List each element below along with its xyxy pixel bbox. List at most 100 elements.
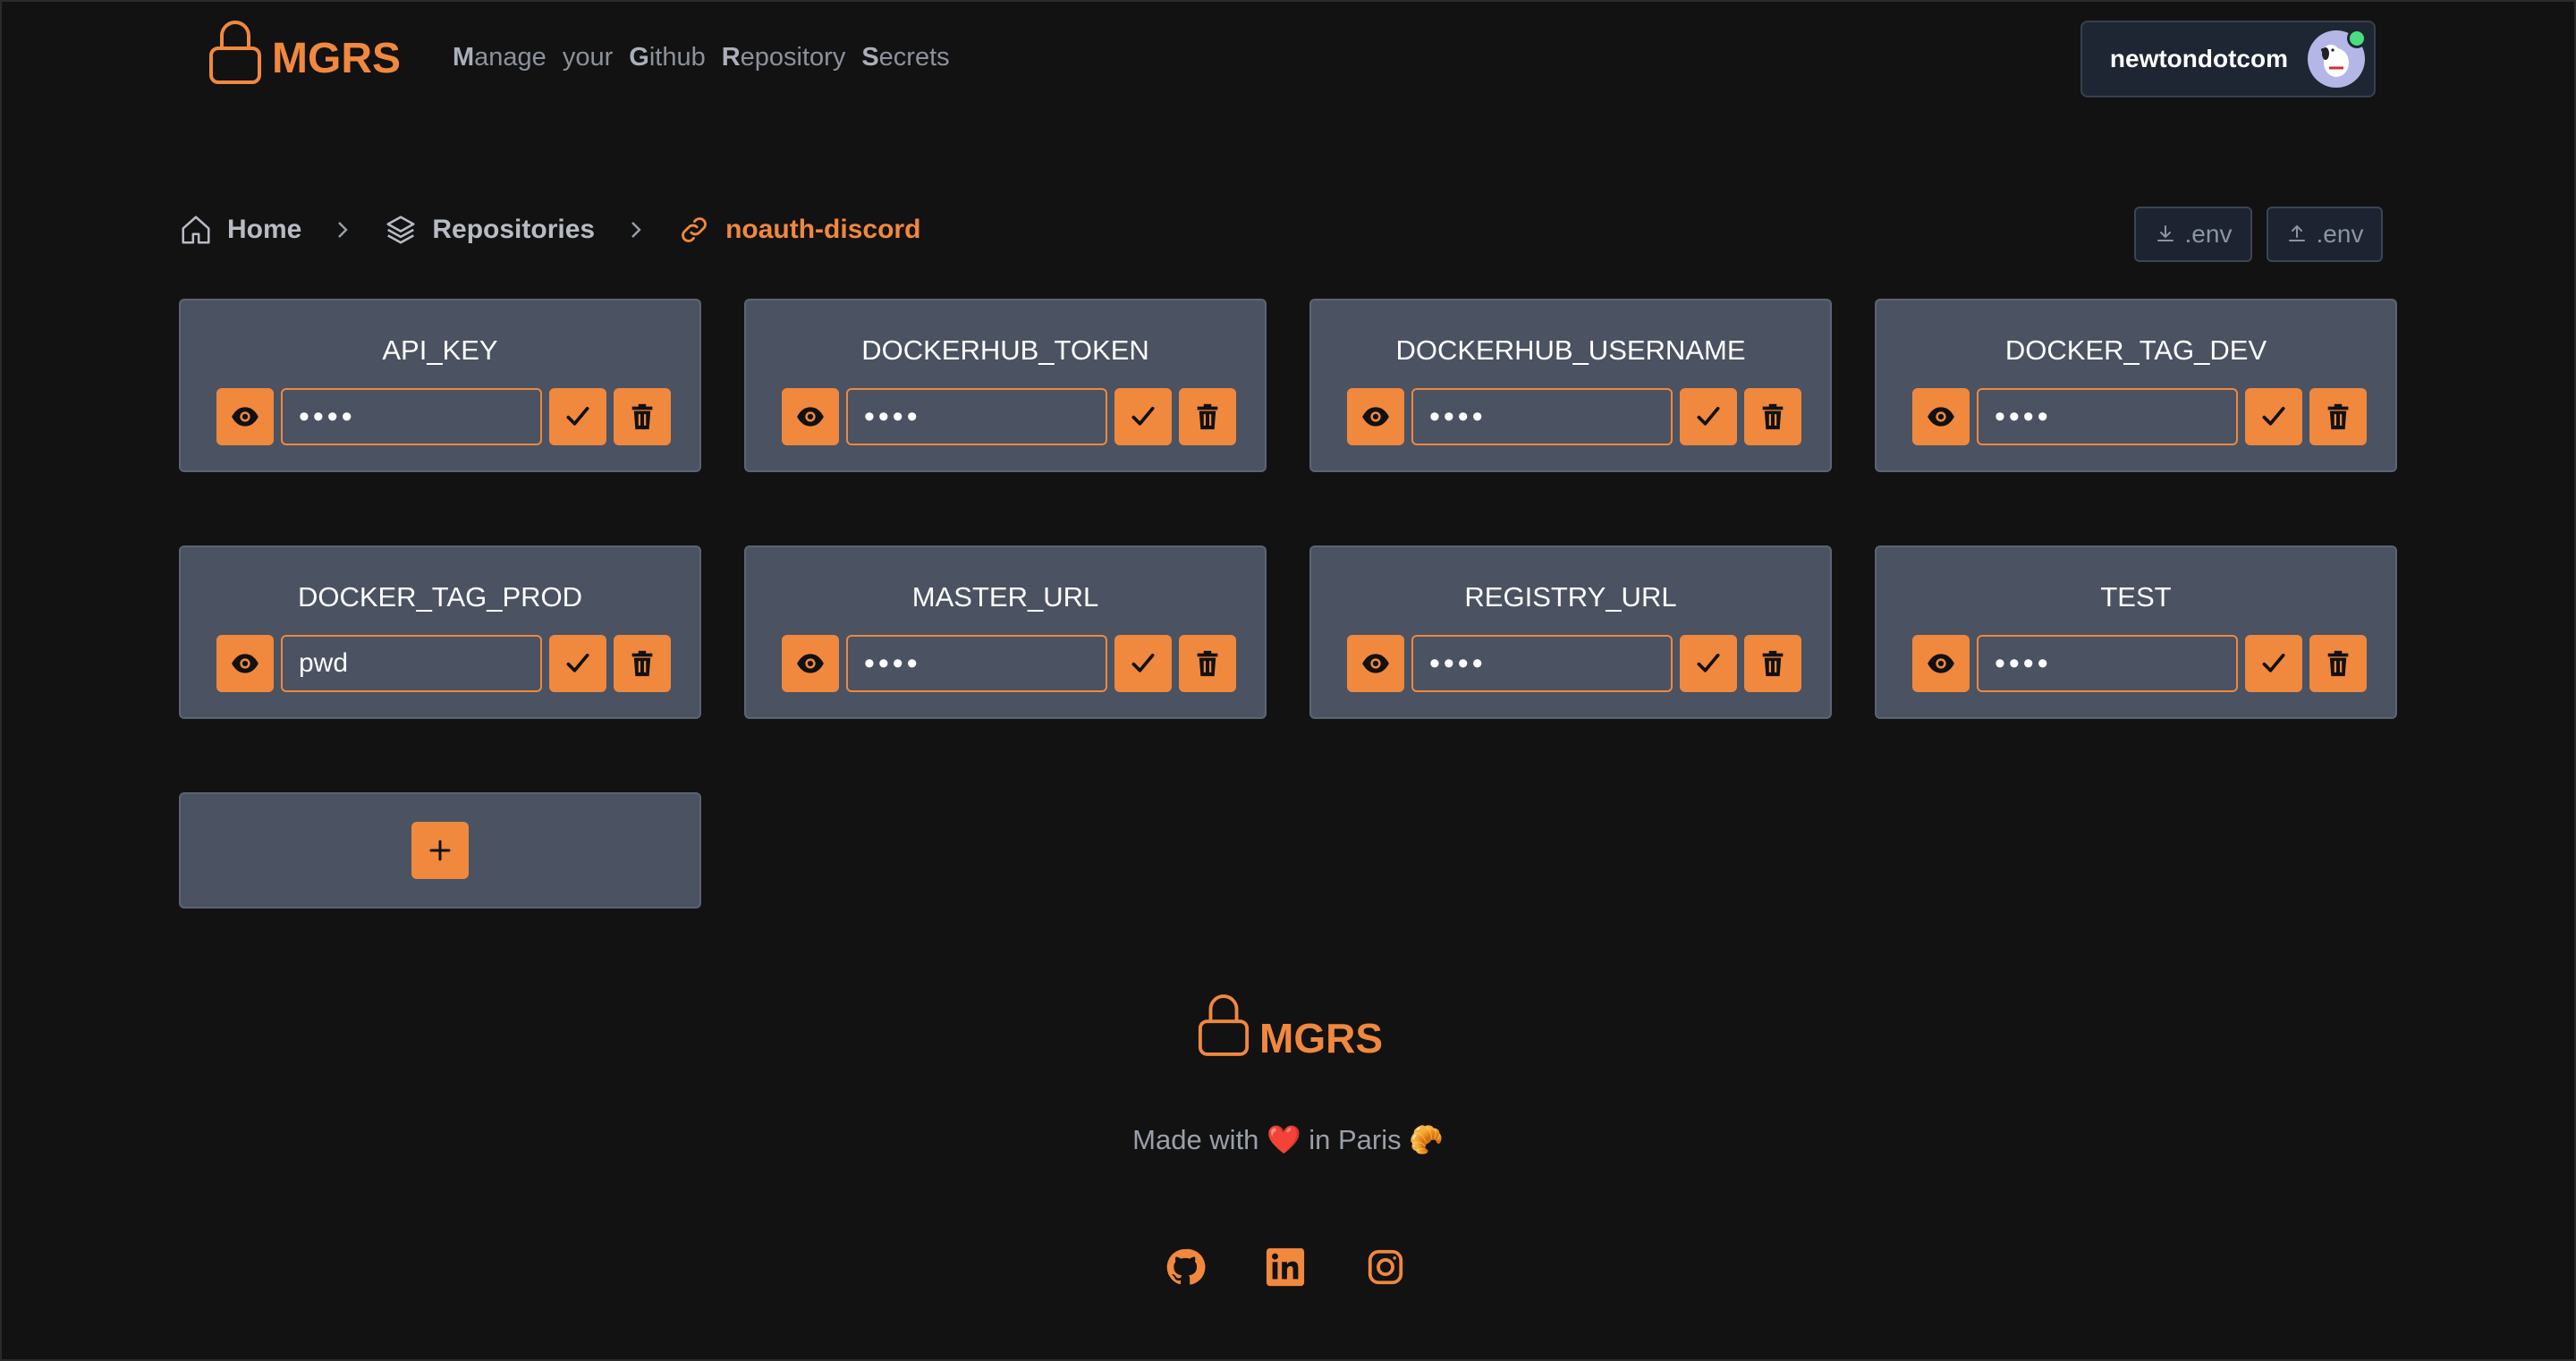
- secret-controls: ••••: [1912, 635, 2367, 692]
- footer-brand-name: MGRS: [1259, 1015, 1383, 1061]
- secret-card: DOCKERHUB_USERNAME ••••: [1309, 299, 1832, 472]
- secret-name: DOCKERHUB_USERNAME: [1395, 334, 1746, 366]
- check-icon: [1128, 648, 1158, 679]
- download-env-label: .env: [2184, 220, 2233, 248]
- delete-secret-button[interactable]: [2309, 635, 2367, 692]
- breadcrumb-repositories-label: Repositories: [432, 215, 596, 244]
- eye-icon: [1926, 648, 1956, 679]
- save-secret-button[interactable]: [1680, 635, 1737, 692]
- secret-controls: pwd: [216, 635, 671, 692]
- secret-value-input[interactable]: ••••: [846, 635, 1107, 692]
- eye-icon: [1360, 648, 1391, 679]
- secret-value-input[interactable]: pwd: [281, 635, 542, 692]
- save-secret-button[interactable]: [549, 388, 606, 445]
- eye-icon: [795, 402, 826, 432]
- secret-value-input[interactable]: ••••: [1411, 388, 1673, 445]
- reveal-secret-button[interactable]: [216, 388, 274, 445]
- secret-card: REGISTRY_URL ••••: [1309, 545, 1832, 719]
- check-icon: [2258, 648, 2289, 679]
- add-secret-card: [179, 792, 701, 909]
- save-secret-button[interactable]: [549, 635, 606, 692]
- secret-card: API_KEY ••••: [179, 299, 701, 472]
- secret-value-input[interactable]: ••••: [1977, 388, 2238, 445]
- trash-icon: [2323, 402, 2353, 432]
- check-icon: [1693, 648, 1724, 679]
- header-logo[interactable]: MGRS: [208, 18, 401, 86]
- secret-name: MASTER_URL: [911, 581, 1099, 613]
- eye-icon: [230, 648, 260, 679]
- breadcrumb-home-label: Home: [227, 215, 302, 244]
- secret-card: DOCKER_TAG_PROD pwd: [179, 545, 701, 719]
- save-secret-button[interactable]: [1114, 388, 1172, 445]
- reveal-secret-button[interactable]: [1347, 388, 1404, 445]
- instagram-link[interactable]: [1363, 1245, 1408, 1289]
- reveal-secret-button[interactable]: [1912, 635, 1970, 692]
- delete-secret-button[interactable]: [1744, 388, 1801, 445]
- secret-name: REGISTRY_URL: [1464, 581, 1677, 613]
- upload-env-label: .env: [2316, 220, 2364, 248]
- reveal-secret-button[interactable]: [1347, 635, 1404, 692]
- chevron-right-icon: [625, 219, 647, 241]
- footer-logo[interactable]: MGRS: [1197, 991, 1383, 1059]
- reveal-secret-button[interactable]: [216, 635, 274, 692]
- avatar: [2308, 29, 2367, 88]
- brand-name: MGRS: [272, 35, 401, 82]
- save-secret-button[interactable]: [2245, 635, 2302, 692]
- check-icon: [563, 402, 593, 432]
- tagline-word: Github: [629, 43, 706, 72]
- reveal-secret-button[interactable]: [1912, 388, 1970, 445]
- home-icon: [182, 216, 210, 244]
- delete-secret-button[interactable]: [2309, 388, 2367, 445]
- layers-icon: [386, 216, 415, 244]
- save-secret-button[interactable]: [1680, 388, 1737, 445]
- secret-value-input[interactable]: ••••: [846, 388, 1107, 445]
- github-link[interactable]: [1163, 1245, 1208, 1289]
- user-menu-button[interactable]: newtondotcom: [2080, 21, 2376, 97]
- trash-icon: [1192, 402, 1223, 432]
- secret-card: TEST ••••: [1875, 545, 2397, 719]
- secret-controls: ••••: [1347, 635, 1801, 692]
- link-icon: [682, 217, 707, 242]
- tagline: Manage your Github Repository Secrets: [453, 43, 950, 72]
- secret-value-input[interactable]: ••••: [281, 388, 542, 445]
- delete-secret-button[interactable]: [614, 635, 671, 692]
- linkedin-link[interactable]: [1263, 1245, 1308, 1289]
- trash-icon: [2323, 648, 2353, 679]
- secrets-grid: API_KEY •••• DOCKERHUB_TOKEN •••• DOCKERHUB_…: [179, 299, 2397, 719]
- check-icon: [2258, 402, 2289, 432]
- download-env-button[interactable]: .env: [2134, 207, 2252, 262]
- delete-secret-button[interactable]: [614, 388, 671, 445]
- secret-controls: ••••: [216, 388, 671, 445]
- check-icon: [1693, 402, 1724, 432]
- secret-card: DOCKERHUB_TOKEN ••••: [744, 299, 1267, 472]
- secret-name: DOCKERHUB_TOKEN: [861, 334, 1149, 366]
- secret-value-input[interactable]: ••••: [1977, 635, 2238, 692]
- secret-controls: ••••: [1347, 388, 1801, 445]
- breadcrumb-current[interactable]: noauth-discord: [677, 213, 920, 247]
- delete-secret-button[interactable]: [1179, 635, 1236, 692]
- trash-icon: [1758, 648, 1788, 679]
- breadcrumb-current-label: noauth-discord: [725, 215, 921, 244]
- tagline-word: your: [562, 43, 614, 72]
- eye-icon: [230, 402, 260, 432]
- reveal-secret-button[interactable]: [782, 388, 839, 445]
- delete-secret-button[interactable]: [1744, 635, 1801, 692]
- eye-icon: [795, 648, 826, 679]
- reveal-secret-button[interactable]: [782, 635, 839, 692]
- lock-icon: [1198, 994, 1250, 1056]
- made-with-text: Made with ❤️ in Paris 🥐: [1132, 1124, 1444, 1155]
- eye-icon: [1360, 402, 1391, 432]
- tagline-word: Secrets: [861, 43, 950, 72]
- upload-env-button[interactable]: .env: [2267, 207, 2383, 262]
- add-secret-button[interactable]: [411, 822, 469, 879]
- breadcrumb-repositories[interactable]: Repositories: [384, 213, 595, 247]
- breadcrumb: Home Repositories noauth-discord: [179, 213, 920, 247]
- save-secret-button[interactable]: [2245, 388, 2302, 445]
- secret-value-input[interactable]: ••••: [1411, 635, 1673, 692]
- breadcrumb-home[interactable]: Home: [179, 213, 301, 247]
- save-secret-button[interactable]: [1114, 635, 1172, 692]
- tagline-word: Manage: [453, 43, 547, 72]
- secret-name: TEST: [2100, 581, 2172, 613]
- delete-secret-button[interactable]: [1179, 388, 1236, 445]
- check-icon: [563, 648, 593, 679]
